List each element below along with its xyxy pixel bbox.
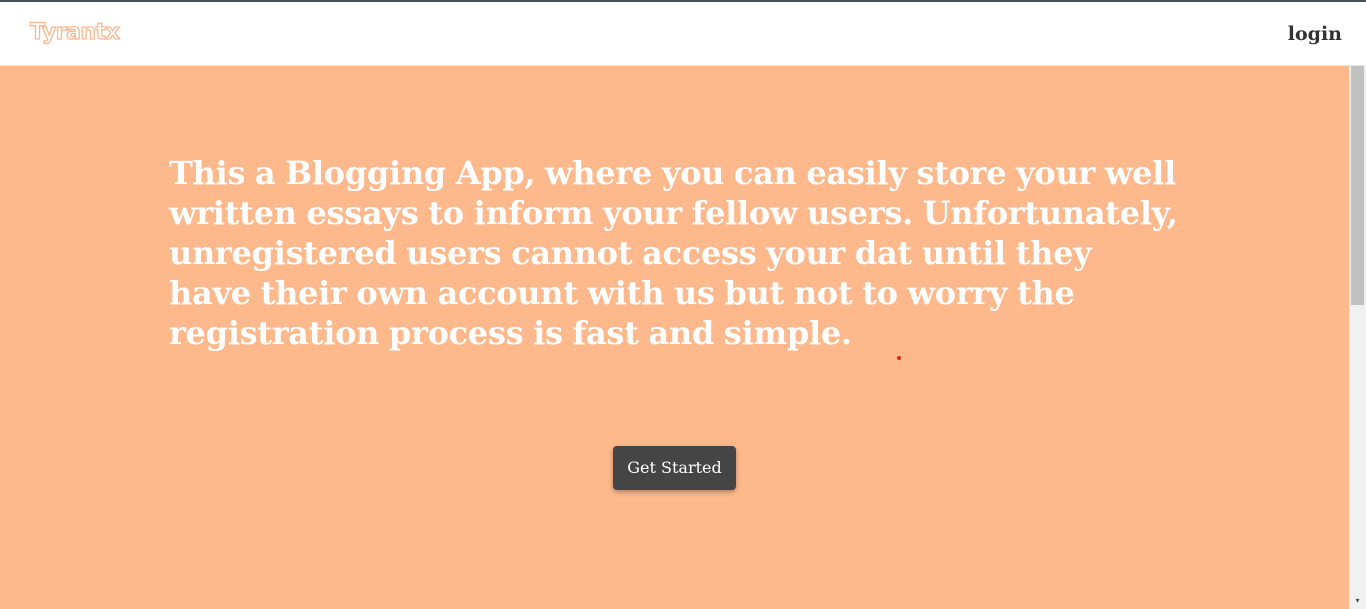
vertical-scrollbar[interactable]: ▾ <box>1349 66 1366 609</box>
navbar: Tyrantx login <box>0 2 1366 66</box>
get-started-button[interactable]: Get Started <box>613 446 736 490</box>
scrollbar-thumb[interactable] <box>1351 66 1364 305</box>
hero-section: This a Blogging App, where you can easil… <box>0 66 1349 609</box>
brand-logo[interactable]: Tyrantx <box>29 18 120 48</box>
mouse-cursor-dot <box>897 356 901 360</box>
scroll-down-arrow-icon[interactable]: ▾ <box>1349 595 1366 607</box>
login-link[interactable]: login <box>1288 21 1342 47</box>
hero-description: This a Blogging App, where you can easil… <box>169 154 1178 352</box>
